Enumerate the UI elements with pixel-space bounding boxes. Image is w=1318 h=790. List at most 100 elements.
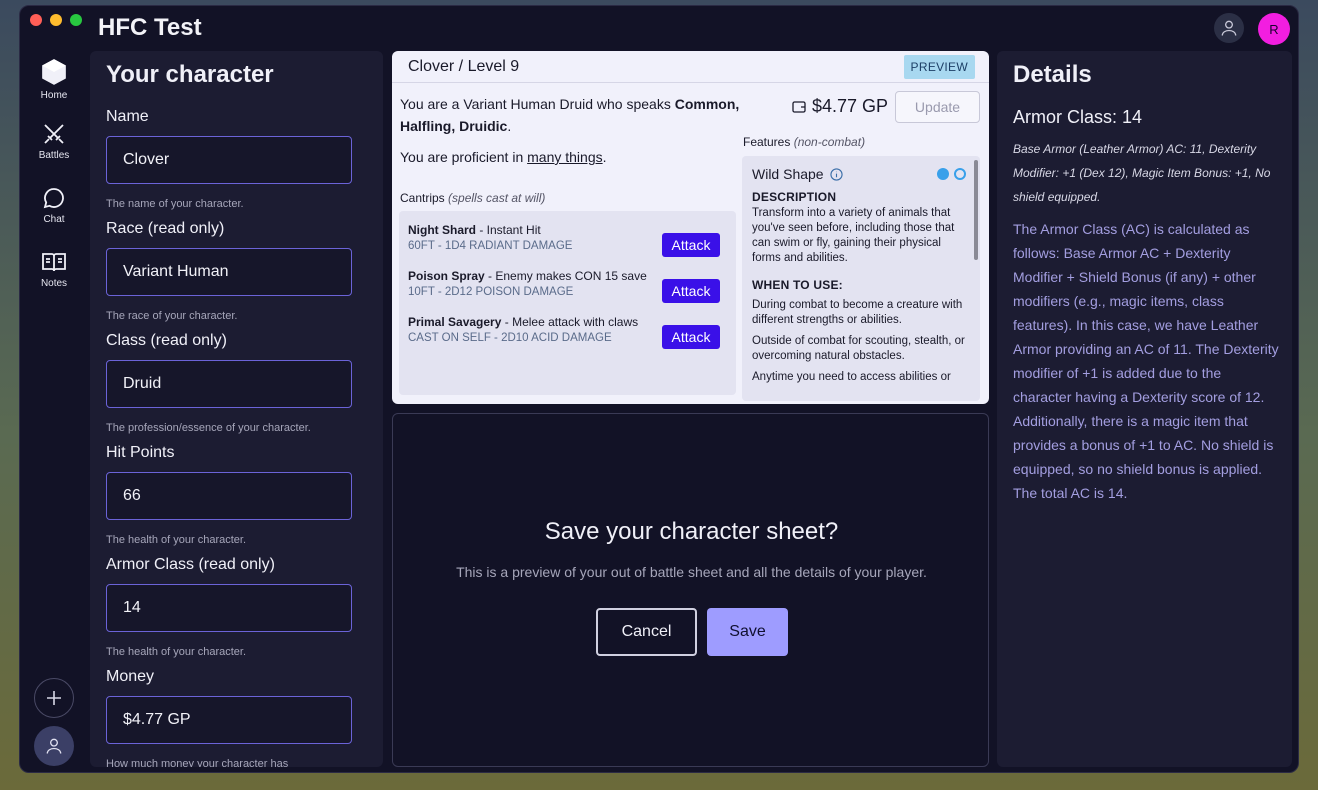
avatar[interactable]: R bbox=[1258, 13, 1290, 45]
minimize-window-button[interactable] bbox=[50, 14, 62, 26]
save-dialog: Save your character sheet? This is a pre… bbox=[392, 413, 989, 767]
info-icon[interactable] bbox=[829, 167, 843, 181]
dialog-message: This is a preview of your out of battle … bbox=[456, 564, 927, 580]
intro-suffix: . bbox=[507, 118, 512, 134]
intro-prefix: You are a Variant Human Druid who speaks bbox=[400, 96, 675, 112]
chat-icon bbox=[43, 188, 64, 209]
name-help: The name of your character. bbox=[106, 198, 244, 210]
attack-button[interactable]: Attack bbox=[662, 325, 720, 349]
money-value: $4.77 GP bbox=[812, 96, 889, 116]
features-note: (non-combat) bbox=[793, 135, 866, 149]
panel-heading: Details bbox=[1013, 61, 1092, 88]
when-item: Anytime you need to access abilities or bbox=[752, 371, 951, 383]
home-icon bbox=[42, 59, 66, 85]
features-label: Features (non-combat) bbox=[743, 135, 865, 149]
cantrip-desc: - Melee attack with claws bbox=[501, 315, 639, 329]
money-help: How much money your character has bbox=[106, 758, 289, 767]
when-item: During combat to become a creature with … bbox=[752, 299, 963, 326]
preview-header: Clover / Level 9 PREVIEW bbox=[392, 51, 989, 83]
app-window: HFC Test R Home Battles Chat Notes Your bbox=[19, 5, 1299, 773]
money-label: Money bbox=[106, 668, 155, 685]
description-heading: DESCRIPTION bbox=[752, 190, 837, 204]
preview-badge: PREVIEW bbox=[903, 55, 975, 79]
cancel-button[interactable]: Cancel bbox=[596, 608, 697, 656]
list-item: Primal Savagery - Melee attack with claw… bbox=[408, 315, 728, 353]
intro-text: You are a Variant Human Druid who speaks… bbox=[400, 93, 740, 137]
preview-title: Clover / Level 9 bbox=[408, 58, 520, 75]
swords-icon bbox=[44, 124, 64, 144]
plus-icon bbox=[47, 691, 61, 705]
scrollbar[interactable] bbox=[974, 160, 978, 260]
hit-points-help: The health of your character. bbox=[106, 534, 247, 546]
sidebar: Home Battles Chat Notes bbox=[20, 52, 88, 772]
profile-button[interactable] bbox=[34, 726, 74, 766]
ac-title: Armor Class: 14 bbox=[1013, 107, 1143, 127]
race-label: Race (read only) bbox=[106, 220, 225, 237]
features-title: Features bbox=[743, 135, 791, 149]
cantrip-desc: - Enemy makes CON 15 save bbox=[484, 269, 647, 283]
money-field[interactable]: $4.77 GP bbox=[106, 696, 352, 744]
feature-title: Wild Shape bbox=[752, 166, 968, 182]
prof-prefix: You are proficient in bbox=[400, 149, 528, 165]
app-title: HFC Test bbox=[98, 14, 202, 41]
uses-indicator bbox=[937, 168, 966, 180]
armor-class-help: The health of your character. bbox=[106, 646, 247, 658]
sidebar-item-chat[interactable]: Chat bbox=[20, 186, 88, 225]
use-dot-filled bbox=[937, 168, 949, 180]
cantrip-desc: - Instant Hit bbox=[476, 223, 541, 237]
proficiency-link[interactable]: many things bbox=[527, 149, 602, 165]
cantrip-name: Night Shard bbox=[408, 223, 476, 237]
cantrips-label: Cantrips (spells cast at will) bbox=[400, 191, 545, 205]
window-controls bbox=[30, 14, 82, 26]
list-item: Night Shard - Instant Hit 60FT - 1D4 RAD… bbox=[408, 223, 728, 261]
hit-points-label: Hit Points bbox=[106, 444, 175, 461]
sidebar-item-notes[interactable]: Notes bbox=[20, 250, 88, 289]
ac-breakdown: Base Armor (Leather Armor) AC: 11, Dexte… bbox=[1013, 142, 1271, 204]
feature-name: Wild Shape bbox=[752, 166, 824, 182]
proficiency-text: You are proficient in many things. bbox=[400, 149, 607, 165]
name-field[interactable]: Clover bbox=[106, 136, 352, 184]
maximize-window-button[interactable] bbox=[70, 14, 82, 26]
use-dot-empty bbox=[954, 168, 966, 180]
class-field[interactable]: Druid bbox=[106, 360, 352, 408]
close-window-button[interactable] bbox=[30, 14, 42, 26]
wallet-icon bbox=[792, 101, 806, 113]
features-card[interactable]: Wild Shape DESCRIPTION Transform into a … bbox=[742, 156, 980, 401]
update-button[interactable]: Update bbox=[895, 91, 980, 123]
dialog-title: Save your character sheet? bbox=[544, 518, 839, 545]
user-icon bbox=[46, 738, 62, 754]
when-heading: WHEN TO USE: bbox=[752, 278, 843, 292]
description-text: Transform into a variety of animals that… bbox=[752, 207, 955, 264]
cantrips-note: (spells cast at will) bbox=[448, 191, 546, 205]
ac-explanation: The Armor Class (AC) is calculated as fo… bbox=[1013, 221, 1279, 501]
sidebar-item-label: Chat bbox=[43, 214, 65, 225]
user-icon bbox=[1221, 20, 1237, 36]
sidebar-item-battles[interactable]: Battles bbox=[20, 122, 88, 161]
add-button[interactable] bbox=[34, 678, 74, 718]
armor-class-field[interactable]: 14 bbox=[106, 584, 352, 632]
sidebar-item-label: Notes bbox=[40, 278, 68, 289]
sidebar-item-label: Battles bbox=[38, 150, 70, 161]
hit-points-field[interactable]: 66 bbox=[106, 472, 352, 520]
attack-button[interactable]: Attack bbox=[662, 233, 720, 257]
account-button[interactable] bbox=[1214, 13, 1244, 43]
book-icon bbox=[42, 253, 66, 272]
cantrip-name: Poison Spray bbox=[408, 269, 485, 283]
details-panel: Details Armor Class: 14 Base Armor (Leat… bbox=[997, 51, 1292, 767]
sidebar-item-home[interactable]: Home bbox=[20, 58, 88, 101]
class-help: The profession/essence of your character… bbox=[106, 422, 311, 434]
armor-class-label: Armor Class (read only) bbox=[106, 556, 275, 573]
when-item: Outside of combat for scouting, stealth,… bbox=[752, 335, 965, 362]
cantrips-list: Night Shard - Instant Hit 60FT - 1D4 RAD… bbox=[399, 211, 736, 395]
name-label: Name bbox=[106, 108, 149, 125]
character-preview-card: Clover / Level 9 PREVIEW You are a Varia… bbox=[392, 51, 989, 404]
race-help: The race of your character. bbox=[106, 310, 238, 322]
cantrip-name: Primal Savagery bbox=[408, 315, 502, 329]
save-button[interactable]: Save bbox=[707, 608, 788, 656]
money-display: $4.77 GP bbox=[792, 96, 888, 117]
attack-button[interactable]: Attack bbox=[662, 279, 720, 303]
list-item: Poison Spray - Enemy makes CON 15 save 1… bbox=[408, 269, 728, 307]
class-label: Class (read only) bbox=[106, 332, 227, 349]
race-field[interactable]: Variant Human bbox=[106, 248, 352, 296]
prof-suffix: . bbox=[602, 149, 607, 165]
